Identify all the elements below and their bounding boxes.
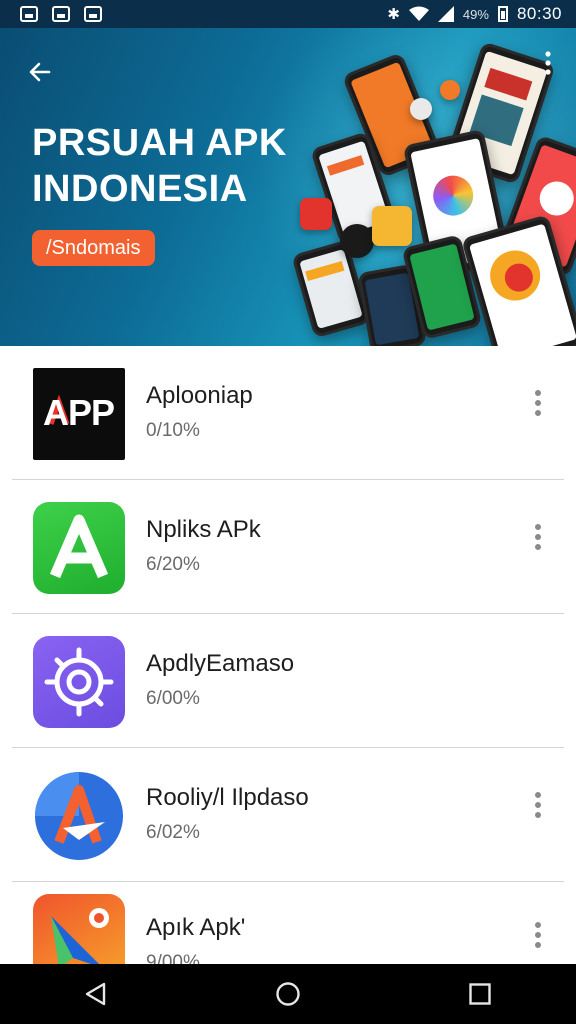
banner-title-line1: PRSUAH APK [32,122,287,164]
list-item[interactable]: Npliks APk 6/20% [0,480,576,614]
list-item[interactable]: APP Aplooniap 0/10% [0,346,576,480]
photo-icon [84,6,102,22]
list-item[interactable]: Apık Apk' 9/00% [0,882,576,964]
item-menu-button[interactable] [526,520,550,554]
banner-title-line2: INDONESIA [32,168,248,210]
nav-recents-button[interactable] [450,964,510,1024]
more-vert-icon [535,524,541,550]
app-subtitle: 0/10% [146,420,200,441]
app-name: Aplooniap [146,382,253,409]
app-tile [340,224,374,258]
item-menu-button[interactable] [526,788,550,822]
bluetooth-icon: ✱ [387,5,400,23]
status-bar: ✱ 49% 80:30 [0,0,576,28]
app-logo-icon: APP [33,368,125,460]
spiral-icon [33,636,125,728]
navigation-bar [0,964,576,1024]
list-item[interactable]: Rooliy/l Ilpdaso 6/02% [0,748,576,882]
app-tile [440,80,460,100]
arrow-left-icon [29,62,51,82]
app-tile [410,98,432,120]
app-name: Npliks APk [146,516,261,543]
app-tile [372,206,412,246]
app-subtitle: 6/20% [146,554,200,575]
app-name: Apık Apk' [146,914,246,941]
overflow-menu-button[interactable] [536,46,560,80]
more-vert-icon [535,922,541,948]
signal-icon [437,6,454,22]
item-menu-button[interactable] [526,386,550,420]
more-vert-icon [545,51,551,75]
battery-icon [497,6,508,22]
letter-a-icon [33,502,125,594]
arrow-a-icon [33,770,125,862]
image-icon [52,6,70,22]
banner-title: PRSUAH APK INDONESIA [32,120,352,212]
back-triangle-icon [85,982,106,1006]
back-button[interactable] [24,56,56,88]
clock: 80:30 [516,4,562,23]
list-item[interactable]: ApdlyEamaso 6/00% [0,614,576,748]
more-vert-icon [535,792,541,818]
app-subtitle: 6/02% [146,822,200,843]
app-subtitle: 6/00% [146,688,200,709]
app-name: ApdlyEamaso [146,650,295,677]
battery-percent: 49% [462,6,489,22]
app-subtitle: 9/00% [146,952,200,964]
gallery-icon [20,6,38,22]
nav-back-button[interactable] [66,964,126,1024]
nav-home-button[interactable] [258,964,318,1024]
app-logo-text: APP [43,392,115,433]
item-menu-button[interactable] [526,918,550,952]
home-circle-icon [276,982,300,1006]
app-list: APP Aplooniap 0/10% Npliks APk 6/20% Apd… [0,346,576,964]
banner-tag-button[interactable]: /Sndomais [32,230,155,266]
app-name: Rooliy/l Ilpdaso [146,784,309,811]
play-arrow-icon [33,894,125,964]
recents-square-icon [469,983,491,1005]
more-vert-icon [535,390,541,416]
wifi-icon [408,6,429,21]
hero-banner: PRSUAH APK INDONESIA /Sndomais [0,28,576,346]
